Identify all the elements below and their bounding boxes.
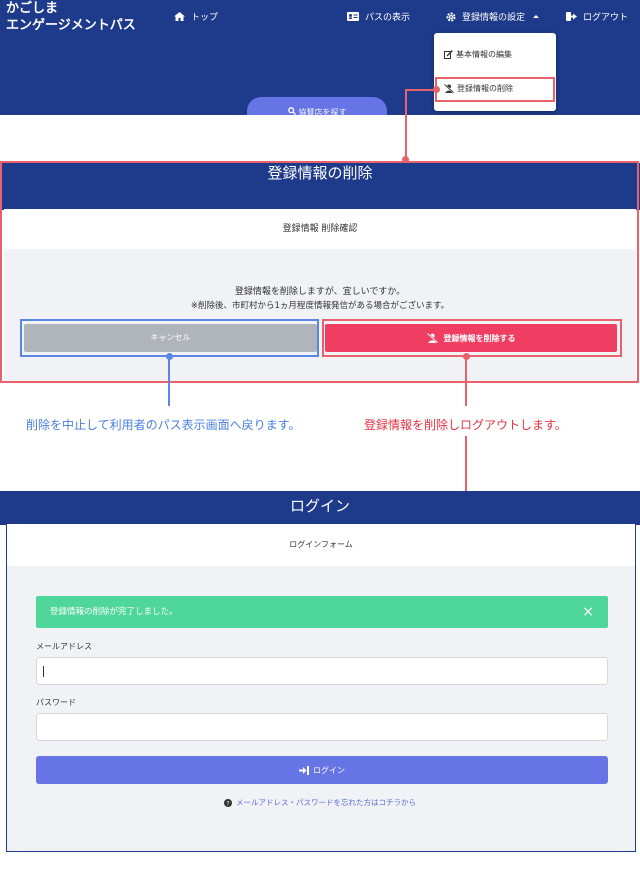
nav-settings-label: 登録情報の設定 — [462, 13, 526, 23]
login-page-title: ログイン — [289, 497, 350, 515]
close-icon[interactable]: × — [582, 596, 594, 628]
annotation-delete-note: 登録情報を削除しログアウトします。 — [364, 418, 567, 432]
success-alert: 登録情報の削除が完了しました。 × — [36, 596, 608, 628]
annotation-connector — [405, 89, 407, 159]
success-alert-message: 登録情報の削除が完了しました。 — [50, 607, 178, 617]
annotation-cancel-note: 削除を中止して利用者のパス表示画面へ戻ります。 — [26, 418, 301, 432]
text-cursor — [43, 666, 44, 677]
annotation-connector — [405, 89, 435, 91]
nav-logout-link[interactable]: ログアウト — [566, 10, 628, 23]
forgot-credentials-link[interactable]: ? メールアドレス・パスワードを忘れた方はコチラから — [0, 797, 640, 808]
search-stores-button[interactable]: 協賛店を探す — [247, 97, 387, 115]
svg-text:?: ? — [226, 800, 229, 807]
sign-out-icon — [566, 12, 577, 21]
annotation-dropdown-highlight — [435, 77, 555, 102]
login-label: ログイン — [313, 765, 345, 775]
forgot-credentials-label: メールアドレス・パスワードを忘れた方はコチラから — [236, 798, 416, 807]
nav-top-label: トップ — [191, 13, 219, 23]
password-field[interactable] — [36, 713, 608, 741]
login-card-header: ログインフォーム — [6, 524, 636, 566]
nav-pass-label: パスの表示 — [365, 13, 411, 23]
annotation-connector — [168, 356, 170, 406]
email-label: メールアドレス — [36, 642, 92, 651]
dropdown-edit-label: 基本情報の編集 — [456, 50, 512, 59]
annotation-cancel-box — [20, 319, 319, 357]
sign-in-icon — [299, 765, 309, 775]
annotation-connector — [465, 356, 467, 406]
nav-settings-dropdown[interactable]: 登録情報の設定 — [446, 10, 540, 23]
login-page-header: ログイン — [0, 491, 640, 525]
dropdown-item-edit[interactable]: 基本情報の編集 — [444, 49, 512, 60]
search-stores-label: 協賛店を探す — [298, 108, 347, 115]
gear-icon — [446, 12, 456, 21]
caret-up-icon — [533, 15, 540, 18]
brand-logo[interactable]: かごしま エンゲージメントパス — [6, 0, 136, 34]
question-circle-icon: ? — [224, 798, 232, 807]
nav-top-link[interactable]: トップ — [174, 10, 218, 23]
password-label: パスワード — [36, 698, 76, 707]
login-button[interactable]: ログイン — [36, 756, 608, 784]
brand-line2: エンゲージメントパス — [6, 18, 136, 33]
nav-pass-link[interactable]: パスの表示 — [347, 10, 410, 23]
page-root: かごしま エンゲージメントパス トップ パスの表示 登録情報の設定 ログアウト … — [0, 0, 640, 870]
edit-icon — [444, 50, 453, 59]
brand-line1: かごしま — [6, 1, 59, 16]
home-icon — [174, 12, 185, 21]
nav-logout-label: ログアウト — [583, 13, 629, 23]
id-card-icon — [347, 12, 359, 21]
email-field[interactable] — [36, 657, 608, 685]
search-icon — [287, 107, 296, 115]
annotation-delete-box — [322, 319, 622, 357]
